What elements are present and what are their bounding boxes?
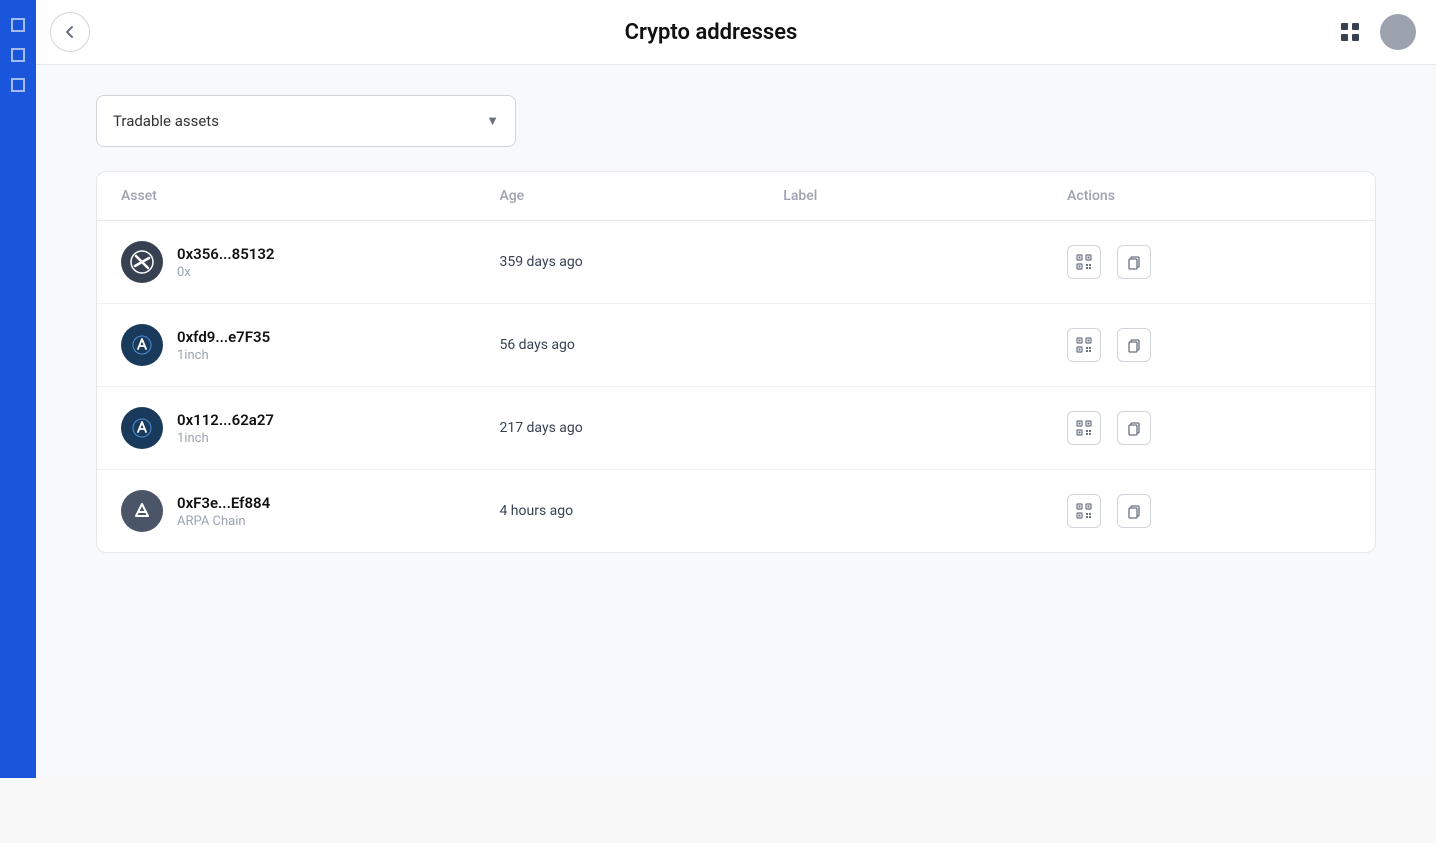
asset-cell-2: 0xfd9...e7F35 1inch [121,324,499,366]
asset-cell-1: 0x356...85132 0x [121,241,499,283]
copy-button-1[interactable] [1117,245,1151,279]
sidebar-item-2[interactable] [11,48,25,62]
sidebar-item-1[interactable] [11,18,25,32]
asset-icon-3 [121,407,163,449]
chevron-down-icon: ▼ [486,113,499,129]
grid-apps-icon[interactable] [1332,14,1368,50]
header: Crypto addresses [0,0,1436,65]
copy-button-2[interactable] [1117,328,1151,362]
table-header: Asset Age Label Actions [97,172,1375,221]
actions-cell-4 [1067,494,1351,528]
back-arrow-icon [62,24,78,40]
age-cell-1: 359 days ago [499,254,783,270]
copy-button-4[interactable] [1117,494,1151,528]
sidebar [0,0,36,778]
column-age: Age [499,188,783,204]
copy-icon-2 [1126,337,1142,353]
coin-svg-1 [128,248,156,276]
coin-svg-3 [128,414,156,442]
table-row: 0x356...85132 0x 359 days ago [97,221,1375,304]
asset-cell-3: 0x112...62a27 1inch [121,407,499,449]
asset-info-1: 0x356...85132 0x [177,245,275,280]
back-button[interactable] [50,12,90,52]
qr-code-icon-1 [1076,254,1092,270]
coin-svg-4 [128,497,156,525]
asset-name-4: ARPA Chain [177,514,270,529]
table-row: 0xF3e...Ef884 ARPA Chain 4 hours ago [97,470,1375,552]
asset-info-2: 0xfd9...e7F35 1inch [177,328,270,363]
sidebar-item-3[interactable] [11,78,25,92]
grid-svg [1339,21,1361,43]
asset-icon-4 [121,490,163,532]
user-avatar[interactable] [1380,14,1416,50]
asset-info-3: 0x112...62a27 1inch [177,411,274,446]
qr-button-1[interactable] [1067,245,1101,279]
actions-cell-1 [1067,245,1351,279]
copy-icon-4 [1126,503,1142,519]
asset-filter-dropdown[interactable]: Tradable assets ▼ [96,95,516,147]
asset-icon-1 [121,241,163,283]
copy-icon-3 [1126,420,1142,436]
asset-name-3: 1inch [177,431,274,446]
age-cell-4: 4 hours ago [499,503,783,519]
age-cell-2: 56 days ago [499,337,783,353]
dropdown-label: Tradable assets [113,112,219,130]
qr-button-4[interactable] [1067,494,1101,528]
asset-filter-wrapper: Tradable assets ▼ [96,95,1376,147]
asset-address-3: 0x112...62a27 [177,411,274,429]
table-row: 0x112...62a27 1inch 217 days ago [97,387,1375,470]
asset-cell-4: 0xF3e...Ef884 ARPA Chain [121,490,499,532]
asset-address-1: 0x356...85132 [177,245,275,263]
asset-info-4: 0xF3e...Ef884 ARPA Chain [177,494,270,529]
coin-svg-2 [128,331,156,359]
main-content: Tradable assets ▼ Asset Age Label Action… [36,65,1436,778]
copy-icon-1 [1126,254,1142,270]
column-actions: Actions [1067,188,1351,204]
age-cell-3: 217 days ago [499,420,783,436]
table-row: 0xfd9...e7F35 1inch 56 days ago [97,304,1375,387]
column-asset: Asset [121,188,499,204]
asset-name-2: 1inch [177,348,270,363]
header-actions [1332,14,1416,50]
copy-button-3[interactable] [1117,411,1151,445]
actions-cell-3 [1067,411,1351,445]
asset-name-1: 0x [177,265,275,280]
addresses-table: Asset Age Label Actions 0x356...85132 [96,171,1376,553]
qr-code-icon-3 [1076,420,1092,436]
qr-code-icon-4 [1076,503,1092,519]
column-label: Label [783,188,1067,204]
asset-icon-2 [121,324,163,366]
page-title: Crypto addresses [90,20,1332,45]
asset-address-4: 0xF3e...Ef884 [177,494,270,512]
qr-button-2[interactable] [1067,328,1101,362]
qr-code-icon-2 [1076,337,1092,353]
asset-address-2: 0xfd9...e7F35 [177,328,270,346]
qr-button-3[interactable] [1067,411,1101,445]
actions-cell-2 [1067,328,1351,362]
